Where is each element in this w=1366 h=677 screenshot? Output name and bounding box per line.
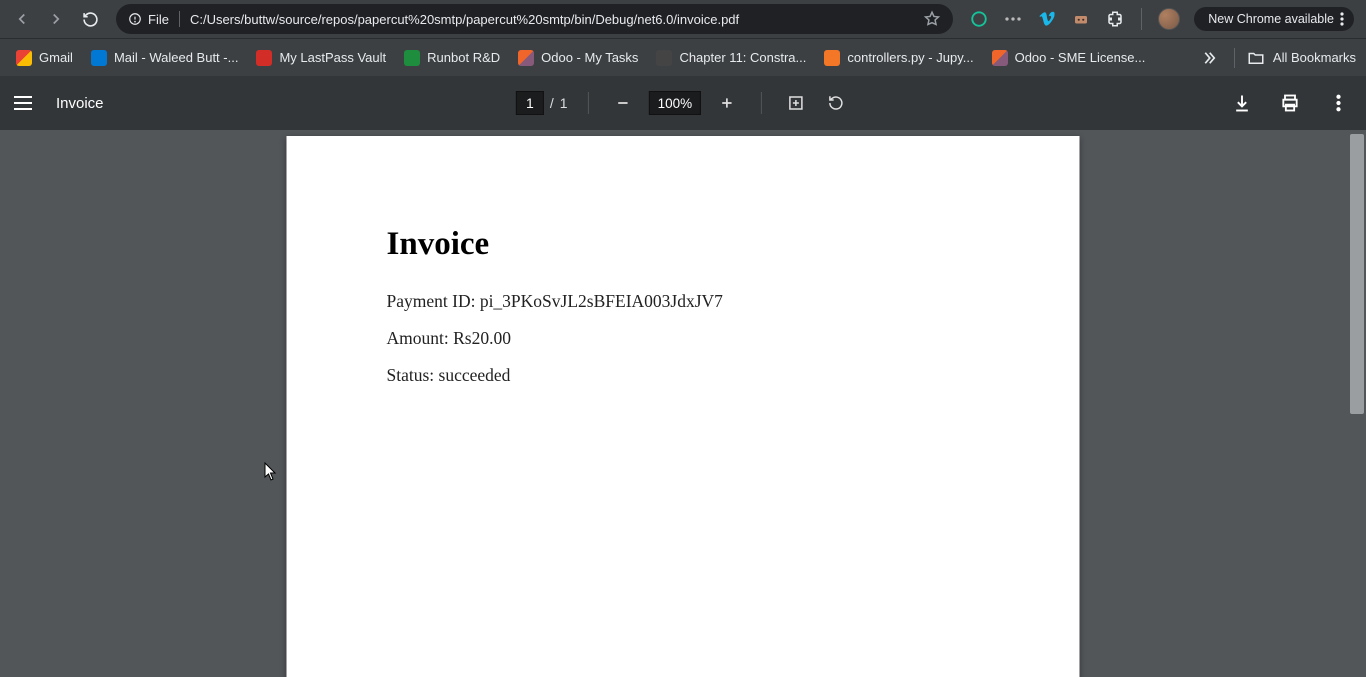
fit-page-button[interactable] [782, 89, 810, 117]
pdf-viewport[interactable]: Invoice Payment ID: pi_3PKoSvJL2sBFEIA00… [0, 130, 1366, 677]
extensions-menu-icon[interactable] [1105, 9, 1125, 29]
bookmark-favicon [656, 50, 672, 66]
bookmark-item[interactable]: Gmail [10, 46, 79, 70]
bookmark-favicon [518, 50, 534, 66]
reload-button[interactable] [76, 5, 104, 33]
zoom-level[interactable]: 100% [649, 91, 702, 115]
bookmark-item[interactable]: Mail - Waleed Butt -... [85, 46, 245, 70]
pdf-title: Invoice [56, 95, 104, 112]
bookmark-favicon [16, 50, 32, 66]
address-bar[interactable]: File C:/Users/buttw/source/repos/papercu… [116, 4, 953, 34]
bookmark-item[interactable]: Odoo - SME License... [986, 46, 1152, 70]
url-scheme-label: File [148, 12, 169, 27]
document-line: Amount: Rs20.00 [387, 328, 980, 349]
document-line: Payment ID: pi_3PKoSvJL2sBFEIA003JdxJV7 [387, 291, 980, 312]
bookmark-item[interactable]: controllers.py - Jupy... [818, 46, 979, 70]
bookmark-label: Mail - Waleed Butt -... [114, 50, 239, 65]
bookmark-favicon [256, 50, 272, 66]
bookmark-item[interactable]: Runbot R&D [398, 46, 506, 70]
bookmark-favicon [824, 50, 840, 66]
page-number-input[interactable]: 1 [516, 91, 544, 115]
bookmarks-bar: Gmail Mail - Waleed Butt -... My LastPass … [0, 38, 1366, 76]
extension-grammarly-icon[interactable] [969, 9, 989, 29]
bookmark-label: Runbot R&D [427, 50, 500, 65]
browser-nav-bar: File C:/Users/buttw/source/repos/papercu… [0, 0, 1366, 38]
download-button[interactable] [1228, 89, 1256, 117]
bookmark-label: Odoo - SME License... [1015, 50, 1146, 65]
bookmark-star-icon[interactable] [923, 10, 941, 28]
bookmark-label: My LastPass Vault [279, 50, 386, 65]
all-bookmarks-button[interactable]: All Bookmarks [1247, 49, 1356, 67]
menu-icon[interactable] [14, 92, 36, 114]
new-chrome-label: New Chrome available [1208, 12, 1334, 26]
bookmark-item[interactable]: My LastPass Vault [250, 46, 392, 70]
extensions-row: New Chrome available [965, 7, 1358, 31]
zoom-out-button[interactable] [609, 89, 637, 117]
profile-avatar[interactable] [1158, 8, 1180, 30]
divider [1234, 48, 1235, 68]
more-actions-button[interactable] [1324, 89, 1352, 117]
extension-vimeo-icon[interactable] [1037, 9, 1057, 29]
url-text: C:/Users/buttw/source/repos/papercut%20s… [190, 12, 739, 27]
page-indicator: 1 / 1 [516, 91, 568, 115]
document-line: Status: succeeded [387, 365, 980, 386]
zoom-in-button[interactable] [713, 89, 741, 117]
new-chrome-button[interactable]: New Chrome available [1194, 7, 1354, 31]
url-scheme-chip: File [128, 12, 169, 27]
bookmark-label: Gmail [39, 50, 73, 65]
bookmark-favicon [992, 50, 1008, 66]
bookmarks-overflow-button[interactable] [1196, 45, 1222, 71]
document-heading: Invoice [387, 226, 980, 263]
back-button[interactable] [8, 5, 36, 33]
vertical-scrollbar[interactable] [1350, 134, 1364, 414]
forward-button[interactable] [42, 5, 70, 33]
pdf-toolbar: Invoice 1 / 1 100% [0, 76, 1366, 130]
print-button[interactable] [1276, 89, 1304, 117]
rotate-button[interactable] [822, 89, 850, 117]
bookmark-label: Odoo - My Tasks [541, 50, 638, 65]
bookmark-item[interactable]: Chapter 11: Constra... [650, 46, 812, 70]
bookmark-label: Chapter 11: Constra... [679, 50, 806, 65]
bookmark-item[interactable]: Odoo - My Tasks [512, 46, 644, 70]
extension-lastpass-icon[interactable] [1003, 9, 1023, 29]
bookmark-label: controllers.py - Jupy... [847, 50, 973, 65]
bookmark-favicon [91, 50, 107, 66]
pdf-page: Invoice Payment ID: pi_3PKoSvJL2sBFEIA00… [287, 136, 1080, 677]
page-separator: / [550, 95, 554, 111]
page-total: 1 [560, 95, 568, 111]
bookmark-favicon [404, 50, 420, 66]
all-bookmarks-label: All Bookmarks [1273, 50, 1356, 65]
extension-generic-icon[interactable] [1071, 9, 1091, 29]
